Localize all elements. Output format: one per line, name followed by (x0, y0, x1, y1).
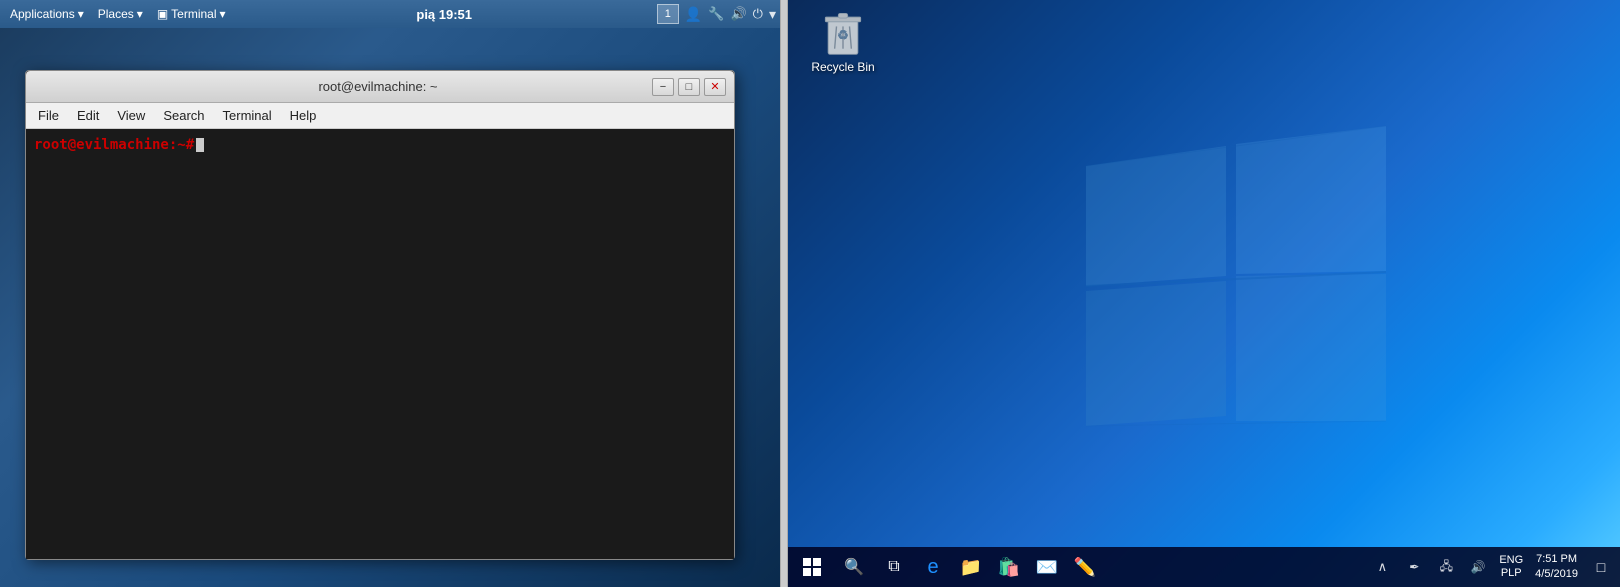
language-indicator[interactable]: ENG PLP (1495, 554, 1527, 580)
folder-icon: 📁 (960, 557, 982, 578)
windows-desktop: ♻ Recycle Bin (788, 0, 1620, 547)
view-menu-item[interactable]: View (109, 106, 153, 125)
kali-desktop-area: Applications ▾ Places ▾ ▣ Terminal ▾ pią… (0, 0, 780, 587)
volume-icon: 🔊 (1471, 560, 1486, 574)
windows-start-icon (803, 558, 821, 576)
search-icon: 🔍 (844, 557, 864, 577)
chevron-up-icon: ∧ (1378, 559, 1388, 575)
search-button[interactable]: 🔍 (836, 549, 872, 585)
help-menu-item[interactable]: Help (282, 106, 325, 125)
places-label: Places (98, 7, 134, 21)
people-icon[interactable]: 👤 (685, 6, 702, 23)
kali-clock: pią 19:51 (416, 7, 472, 22)
volume-tray-icon[interactable]: 🔊 (1463, 550, 1493, 584)
edge-browser-button[interactable]: e (916, 550, 950, 584)
terminal-label: Terminal (171, 7, 216, 21)
network-tray-icon[interactable]: 🖧 (1431, 550, 1461, 584)
terminal-menu-btn[interactable]: ▣ Terminal ▾ (151, 5, 232, 23)
edit-menu-item[interactable]: Edit (69, 106, 107, 125)
power-icon[interactable]: ⏻ (753, 6, 763, 22)
maximize-icon: □ (686, 81, 693, 93)
mail-icon: ✉️ (1036, 557, 1058, 578)
store-icon: 🛍️ (998, 557, 1020, 578)
task-view-icon: ⧉ (888, 558, 899, 576)
workspace-num: 1 (665, 8, 671, 20)
recycle-bin-svg: ♻ (819, 6, 867, 58)
screen-divider (780, 0, 788, 587)
close-icon: ✕ (710, 80, 719, 93)
maximize-button[interactable]: □ (678, 78, 700, 96)
close-button[interactable]: ✕ (704, 78, 726, 96)
stylus-icon: ✒ (1409, 560, 1419, 574)
network-icon: 🖧 (1440, 557, 1453, 578)
pen-button[interactable]: ✏️ (1068, 550, 1102, 584)
terminal-icon: ▣ (157, 7, 168, 21)
terminal-cursor (196, 138, 204, 152)
mail-button[interactable]: ✉️ (1030, 550, 1064, 584)
pen-icon: ✏️ (1074, 557, 1096, 578)
kali-taskbar: Applications ▾ Places ▾ ▣ Terminal ▾ pią… (0, 0, 780, 28)
terminal-controls: − □ ✕ (652, 78, 726, 96)
language-code: ENG (1499, 554, 1523, 567)
terminal-title: root@evilmachine: ~ (104, 79, 652, 94)
taskbar-right: 1 👤 🔧 🔊 ⏻ ▾ (657, 4, 776, 24)
applications-menu-btn[interactable]: Applications ▾ (4, 5, 90, 23)
recycle-bin-label: Recycle Bin (811, 60, 874, 74)
file-menu-label: File (38, 108, 59, 123)
task-view-button[interactable]: ⧉ (876, 549, 912, 585)
taskbar-center: pią 19:51 (234, 7, 655, 22)
file-explorer-button[interactable]: 📁 (954, 550, 988, 584)
windows-time: 7:51 PM (1536, 552, 1577, 567)
terminal-prompt-line: root@evilmachine:~# (34, 137, 726, 153)
windows-date: 4/5/2019 (1535, 567, 1578, 582)
system-tray: ∧ ✒ 🖧 🔊 ENG PLP 7:51 PM 4/5/2019 □ (1367, 550, 1616, 584)
places-menu-btn[interactable]: Places ▾ (92, 5, 149, 23)
recycle-bin-image: ♻ (819, 8, 867, 56)
terminal-menubar: File Edit View Search Terminal Help (26, 103, 734, 129)
places-arrow-icon: ▾ (137, 7, 143, 21)
edge-icon: e (927, 556, 938, 579)
pen-tray-icon[interactable]: ✒ (1399, 550, 1429, 584)
volume-icon[interactable]: 🔊 (730, 6, 746, 22)
minimize-icon: − (660, 81, 666, 93)
terminal-window: root@evilmachine: ~ − □ ✕ File (25, 70, 735, 560)
applications-label: Applications (10, 7, 75, 21)
notification-center-button[interactable]: □ (1586, 550, 1616, 584)
workspace-1-btn[interactable]: 1 (657, 4, 679, 24)
kali-desktop: root@evilmachine: ~ − □ ✕ File (0, 35, 780, 587)
start-button[interactable] (792, 547, 832, 587)
search-menu-label: Search (163, 108, 204, 123)
windows-clock[interactable]: 7:51 PM 4/5/2019 (1529, 552, 1584, 583)
windows-taskbar: 🔍 ⧉ e 📁 🛍️ ✉️ ✏️ ∧ ✒ (788, 547, 1620, 587)
svg-text:♻: ♻ (837, 27, 849, 42)
session-arrow-icon[interactable]: ▾ (769, 6, 776, 23)
help-menu-label: Help (290, 108, 317, 123)
terminal-titlebar: root@evilmachine: ~ − □ ✕ (26, 71, 734, 103)
network-icon[interactable]: 🔧 (708, 6, 724, 22)
tray-expand-button[interactable]: ∧ (1367, 550, 1397, 584)
terminal-user-prompt: root@evilmachine:~# (34, 137, 194, 153)
search-menu-item[interactable]: Search (155, 106, 212, 125)
terminal-menu-item-btn[interactable]: Terminal (215, 106, 280, 125)
minimize-button[interactable]: − (652, 78, 674, 96)
view-menu-label: View (117, 108, 145, 123)
language-sub: PLP (1501, 567, 1522, 580)
edit-menu-label: Edit (77, 108, 99, 123)
notification-icon: □ (1597, 559, 1605, 575)
terminal-content[interactable]: root@evilmachine:~# (26, 129, 734, 559)
windows-desktop-area: ♻ Recycle Bin 🔍 ⧉ e (788, 0, 1620, 587)
terminal-menu-label: Terminal (223, 108, 272, 123)
recycle-bin-icon[interactable]: ♻ Recycle Bin (808, 8, 878, 74)
store-button[interactable]: 🛍️ (992, 550, 1026, 584)
applications-arrow-icon: ▾ (78, 7, 84, 21)
file-menu-item[interactable]: File (30, 106, 67, 125)
terminal-arrow-icon: ▾ (220, 7, 226, 21)
